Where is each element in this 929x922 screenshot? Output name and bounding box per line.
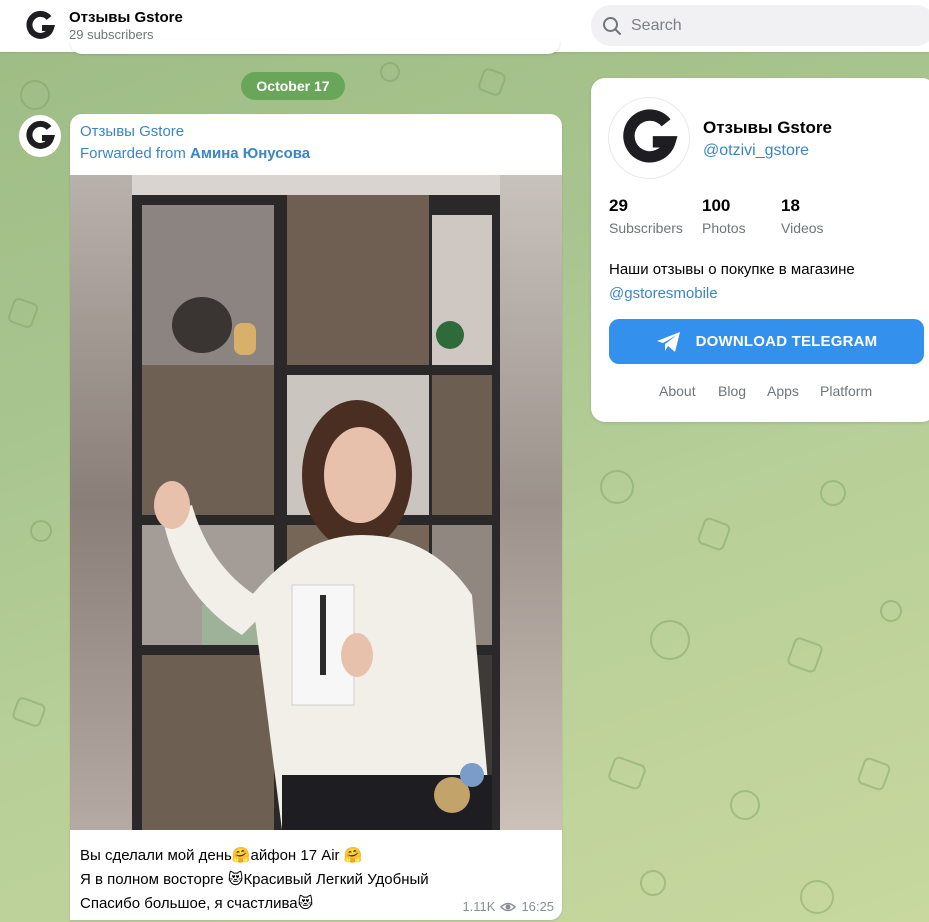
stat-value: 100 — [702, 196, 731, 215]
stat-label: Photos — [702, 220, 746, 236]
channel-info-card: Отзывы Gstore @otzivi_gstore 29 Subscrib… — [591, 78, 929, 422]
header-channel-name[interactable]: Отзывы Gstore — [69, 9, 183, 26]
stat-label: Subscribers — [609, 220, 683, 236]
stat-label: Videos — [781, 220, 824, 236]
message-time: 16:25 — [521, 899, 554, 914]
description-mention-link[interactable]: @gstoresmobile — [609, 282, 909, 306]
card-channel-username[interactable]: @otzivi_gstore — [703, 142, 809, 160]
stat-photos[interactable]: 100 Photos — [702, 196, 746, 236]
gstore-logo-icon — [612, 101, 686, 175]
photo-blur-left — [70, 175, 132, 830]
stat-value: 29 — [609, 196, 628, 215]
photo-blur-right — [500, 175, 562, 830]
view-count: 1.11K — [462, 899, 496, 914]
message-text-line: Спасибо большое, я счастлива😻 — [80, 895, 314, 912]
channel-card-avatar[interactable] — [608, 97, 690, 179]
stat-value: 18 — [781, 196, 800, 215]
channel-avatar[interactable] — [20, 6, 60, 46]
channel-description: Наши отзывы о покупке в магазине @gstore… — [609, 258, 909, 306]
link-apps[interactable]: Apps — [767, 383, 799, 399]
forwarded-source-name[interactable]: Амина Юнусова — [190, 145, 310, 162]
forwarded-prefix: Forwarded from — [80, 145, 186, 162]
download-telegram-button[interactable]: DOWNLOAD TELEGRAM — [609, 319, 924, 364]
message-text-line: Вы сделали мой день🤗айфон 17 Air 🤗 — [80, 847, 363, 864]
stat-videos[interactable]: 18 Videos — [781, 196, 824, 236]
photo-illustration — [132, 175, 500, 830]
previous-message-bubble — [70, 40, 560, 54]
forwarded-from: Forwarded from Амина Юнусова — [80, 145, 310, 162]
photo-image — [132, 175, 500, 830]
message-photo[interactable] — [70, 175, 562, 830]
search-box[interactable] — [591, 5, 929, 46]
message-text: Вы сделали мой день🤗айфон 17 Air 🤗 Я в п… — [80, 844, 500, 916]
link-about[interactable]: About — [659, 383, 696, 399]
download-telegram-label: DOWNLOAD TELEGRAM — [695, 333, 878, 350]
message-meta: 1.11K 16:25 — [462, 899, 554, 914]
search-icon — [603, 17, 621, 35]
stat-subscribers: 29 Subscribers — [609, 196, 683, 236]
eye-icon — [500, 902, 517, 911]
search-input[interactable] — [631, 5, 921, 46]
message-text-line: Я в полном восторге 😻Красивый Легкий Удо… — [80, 871, 429, 888]
message-bubble: Отзывы Gstore Forwarded from Амина Юнусо… — [70, 114, 562, 920]
link-blog[interactable]: Blog — [718, 383, 746, 399]
message-author-avatar[interactable] — [19, 115, 61, 157]
description-text: Наши отзывы о покупке в магазине — [609, 261, 855, 278]
telegram-plane-icon — [656, 331, 680, 352]
message-author[interactable]: Отзывы Gstore — [80, 123, 184, 140]
link-platform[interactable]: Platform — [820, 383, 872, 399]
gstore-logo-icon — [21, 7, 59, 45]
card-channel-title: Отзывы Gstore — [703, 118, 833, 137]
gstore-logo-icon — [21, 117, 59, 155]
date-separator: October 17 — [241, 72, 345, 100]
